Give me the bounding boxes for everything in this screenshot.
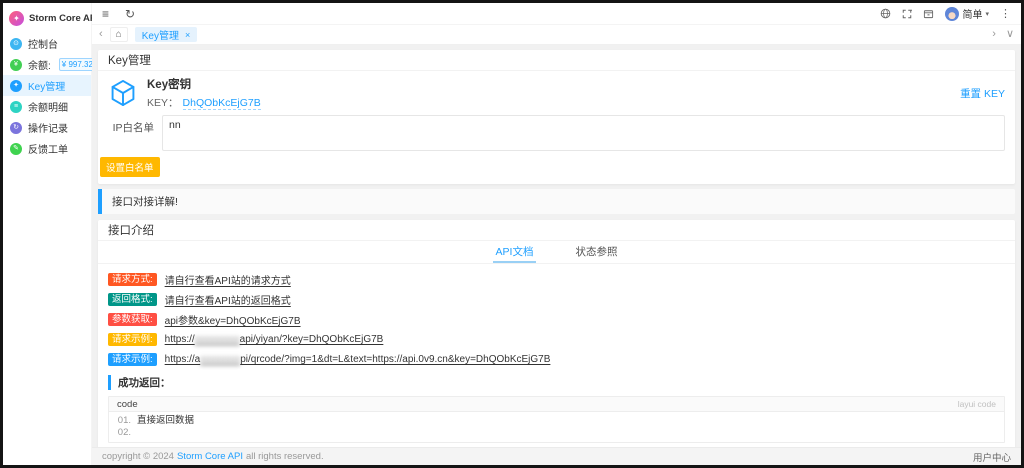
copyright-prefix: copyright © 2024: [102, 451, 174, 462]
code-line: 02.: [109, 427, 1004, 439]
username: 简单: [962, 6, 982, 21]
user-center-link[interactable]: 用户中心: [973, 450, 1011, 464]
tabs-scroll-right-icon[interactable]: ›: [992, 29, 996, 40]
redacted-url-segment: xxxxxxxxx: [195, 334, 240, 345]
return-format-badge: 返回格式:: [108, 293, 157, 307]
fullscreen-icon[interactable]: [902, 9, 912, 19]
api-row-request-example-1: 请求示例: https://xxxxxxxxxapi/yiyan/?key=Dh…: [108, 332, 1005, 347]
code-block: code layui code 01. 直接返回数据 02.: [108, 396, 1005, 443]
request-example-badge: 请求示例:: [108, 353, 157, 367]
request-method-badge: 请求方式:: [108, 273, 157, 287]
key-value[interactable]: DhQObKcEjG7B: [183, 97, 261, 110]
topbar: ≡ ↻ 简单 ▾ ⋮: [92, 3, 1021, 25]
ip-whitelist-textarea[interactable]: nn: [162, 115, 1005, 151]
archive-box-icon[interactable]: [923, 8, 934, 19]
param-get-text[interactable]: api参数&key=DhQObKcEjG7B: [165, 312, 301, 327]
feedback-icon: ✎: [10, 143, 22, 155]
success-return-label: 成功返回：: [108, 375, 1005, 390]
sidebar-item-feedback-ticket[interactable]: ✎ 反馈工单: [3, 138, 91, 159]
api-row-request-example-2: 请求示例: https://axxxxxxxxpi/qrcode/?img=1&…: [108, 352, 1005, 367]
sidebar-item-label: 余额:: [28, 57, 51, 72]
tab-api-doc[interactable]: API文档: [493, 241, 537, 263]
request-method-text[interactable]: 请自行查看API站的请求方式: [165, 272, 291, 287]
footer-brand-link[interactable]: Storm Core API: [177, 451, 243, 462]
more-options-icon[interactable]: ⋮: [1000, 7, 1011, 20]
tabs-menu-icon[interactable]: ∨: [1006, 29, 1014, 40]
tab-status-reference[interactable]: 状态参照: [572, 241, 620, 263]
tabbar: ‹ ⌂ Key管理 × › ∨: [92, 25, 1021, 45]
console-icon: ⊙: [10, 38, 22, 50]
key-label: KEY：: [147, 95, 179, 110]
balance-icon: ¥: [10, 59, 22, 71]
copyright-suffix: all rights reserved.: [246, 451, 324, 462]
close-icon[interactable]: ×: [185, 30, 190, 40]
redacted-url-segment: xxxxxxxx: [200, 354, 240, 365]
record-icon: ↻: [10, 122, 22, 134]
refresh-icon[interactable]: ↻: [125, 8, 135, 20]
api-row-param-get: 参数获取: api参数&key=DhQObKcEjG7B: [108, 312, 1005, 327]
tab-key-management[interactable]: Key管理 ×: [135, 27, 198, 42]
sidebar-item-label: Key管理: [28, 78, 65, 93]
key-management-card: Key管理 Key密钥 KEY： DhQObKcEjG7B: [98, 50, 1015, 184]
tab-label: Key管理: [142, 27, 179, 42]
code-block-watermark: layui code: [958, 399, 996, 409]
request-example-url[interactable]: https://axxxxxxxxpi/qrcode/?img=1&dt=L&t…: [165, 354, 551, 365]
chevron-down-icon: ▾: [985, 10, 989, 18]
sidebar-item-key-management[interactable]: ✦ Key管理: [3, 75, 91, 96]
api-docking-notice: 接口对接详解!: [98, 189, 1015, 214]
param-get-badge: 参数获取:: [108, 313, 157, 327]
sidebar-item-balance-details[interactable]: ≡ 余额明细: [3, 96, 91, 117]
footer: copyright © 2024 Storm Core API all righ…: [92, 447, 1021, 465]
language-globe-icon[interactable]: [880, 8, 891, 19]
sidebar: ✦ Storm Core API ⊙ 控制台 ¥ 余额: ¥ 997.32 ✦ …: [3, 3, 92, 465]
line-number: 01.: [109, 415, 137, 427]
sidebar-item-console[interactable]: ⊙ 控制台: [3, 33, 91, 54]
card-title: 接口介绍: [98, 220, 1015, 241]
collapse-menu-icon[interactable]: ≡: [102, 8, 109, 20]
balance-amount-badge: ¥ 997.32: [59, 58, 96, 71]
logo-text: Storm Core API: [29, 13, 99, 24]
api-intro-card: 接口介绍 API文档 状态参照 请求方式: 请自行查看API站的请求方式 返回格…: [98, 220, 1015, 447]
api-row-request-method: 请求方式: 请自行查看API站的请求方式: [108, 272, 1005, 287]
ip-whitelist-label: IP白名单: [108, 115, 154, 151]
request-example-badge: 请求示例:: [108, 333, 157, 347]
sidebar-item-label: 反馈工单: [28, 141, 68, 156]
code-text: 直接返回数据: [137, 415, 194, 427]
request-example-url[interactable]: https://xxxxxxxxxapi/yiyan/?key=DhQObKcE…: [165, 334, 384, 345]
code-block-title: code: [117, 399, 138, 410]
page-content: Key管理 Key密钥 KEY： DhQObKcEjG7B: [92, 45, 1021, 447]
logo-icon: ✦: [9, 11, 24, 26]
doc-tabs: API文档 状态参照: [98, 241, 1015, 264]
api-row-return-format: 返回格式: 请自行查看API站的返回格式: [108, 292, 1005, 307]
sidebar-item-label: 控制台: [28, 36, 58, 51]
reset-key-link[interactable]: 重置 KEY: [960, 86, 1005, 101]
set-whitelist-button[interactable]: 设置白名单: [100, 157, 160, 177]
sidebar-item-balance[interactable]: ¥ 余额: ¥ 997.32: [3, 54, 91, 75]
key-icon: ✦: [10, 80, 22, 92]
home-tab-icon[interactable]: ⌂: [110, 27, 128, 42]
key-secret-title: Key密钥: [147, 76, 261, 92]
detail-icon: ≡: [10, 101, 22, 113]
app-window: ✦ Storm Core API ⊙ 控制台 ¥ 余额: ¥ 997.32 ✦ …: [3, 3, 1021, 465]
main-area: ≡ ↻ 简单 ▾ ⋮: [92, 3, 1021, 465]
line-number: 02.: [109, 427, 137, 439]
user-avatar: [945, 7, 959, 21]
sidebar-item-operation-records[interactable]: ↻ 操作记录: [3, 117, 91, 138]
return-format-text[interactable]: 请自行查看API站的返回格式: [165, 292, 291, 307]
card-title: Key管理: [98, 50, 1015, 71]
sidebar-item-label: 操作记录: [28, 120, 68, 135]
cube-key-icon: [108, 78, 138, 108]
user-menu[interactable]: 简单 ▾: [945, 6, 989, 21]
tabs-scroll-left-icon[interactable]: ‹: [99, 29, 103, 40]
code-line: 01. 直接返回数据: [109, 415, 1004, 427]
sidebar-item-label: 余额明细: [28, 99, 68, 114]
logo: ✦ Storm Core API: [3, 3, 91, 33]
